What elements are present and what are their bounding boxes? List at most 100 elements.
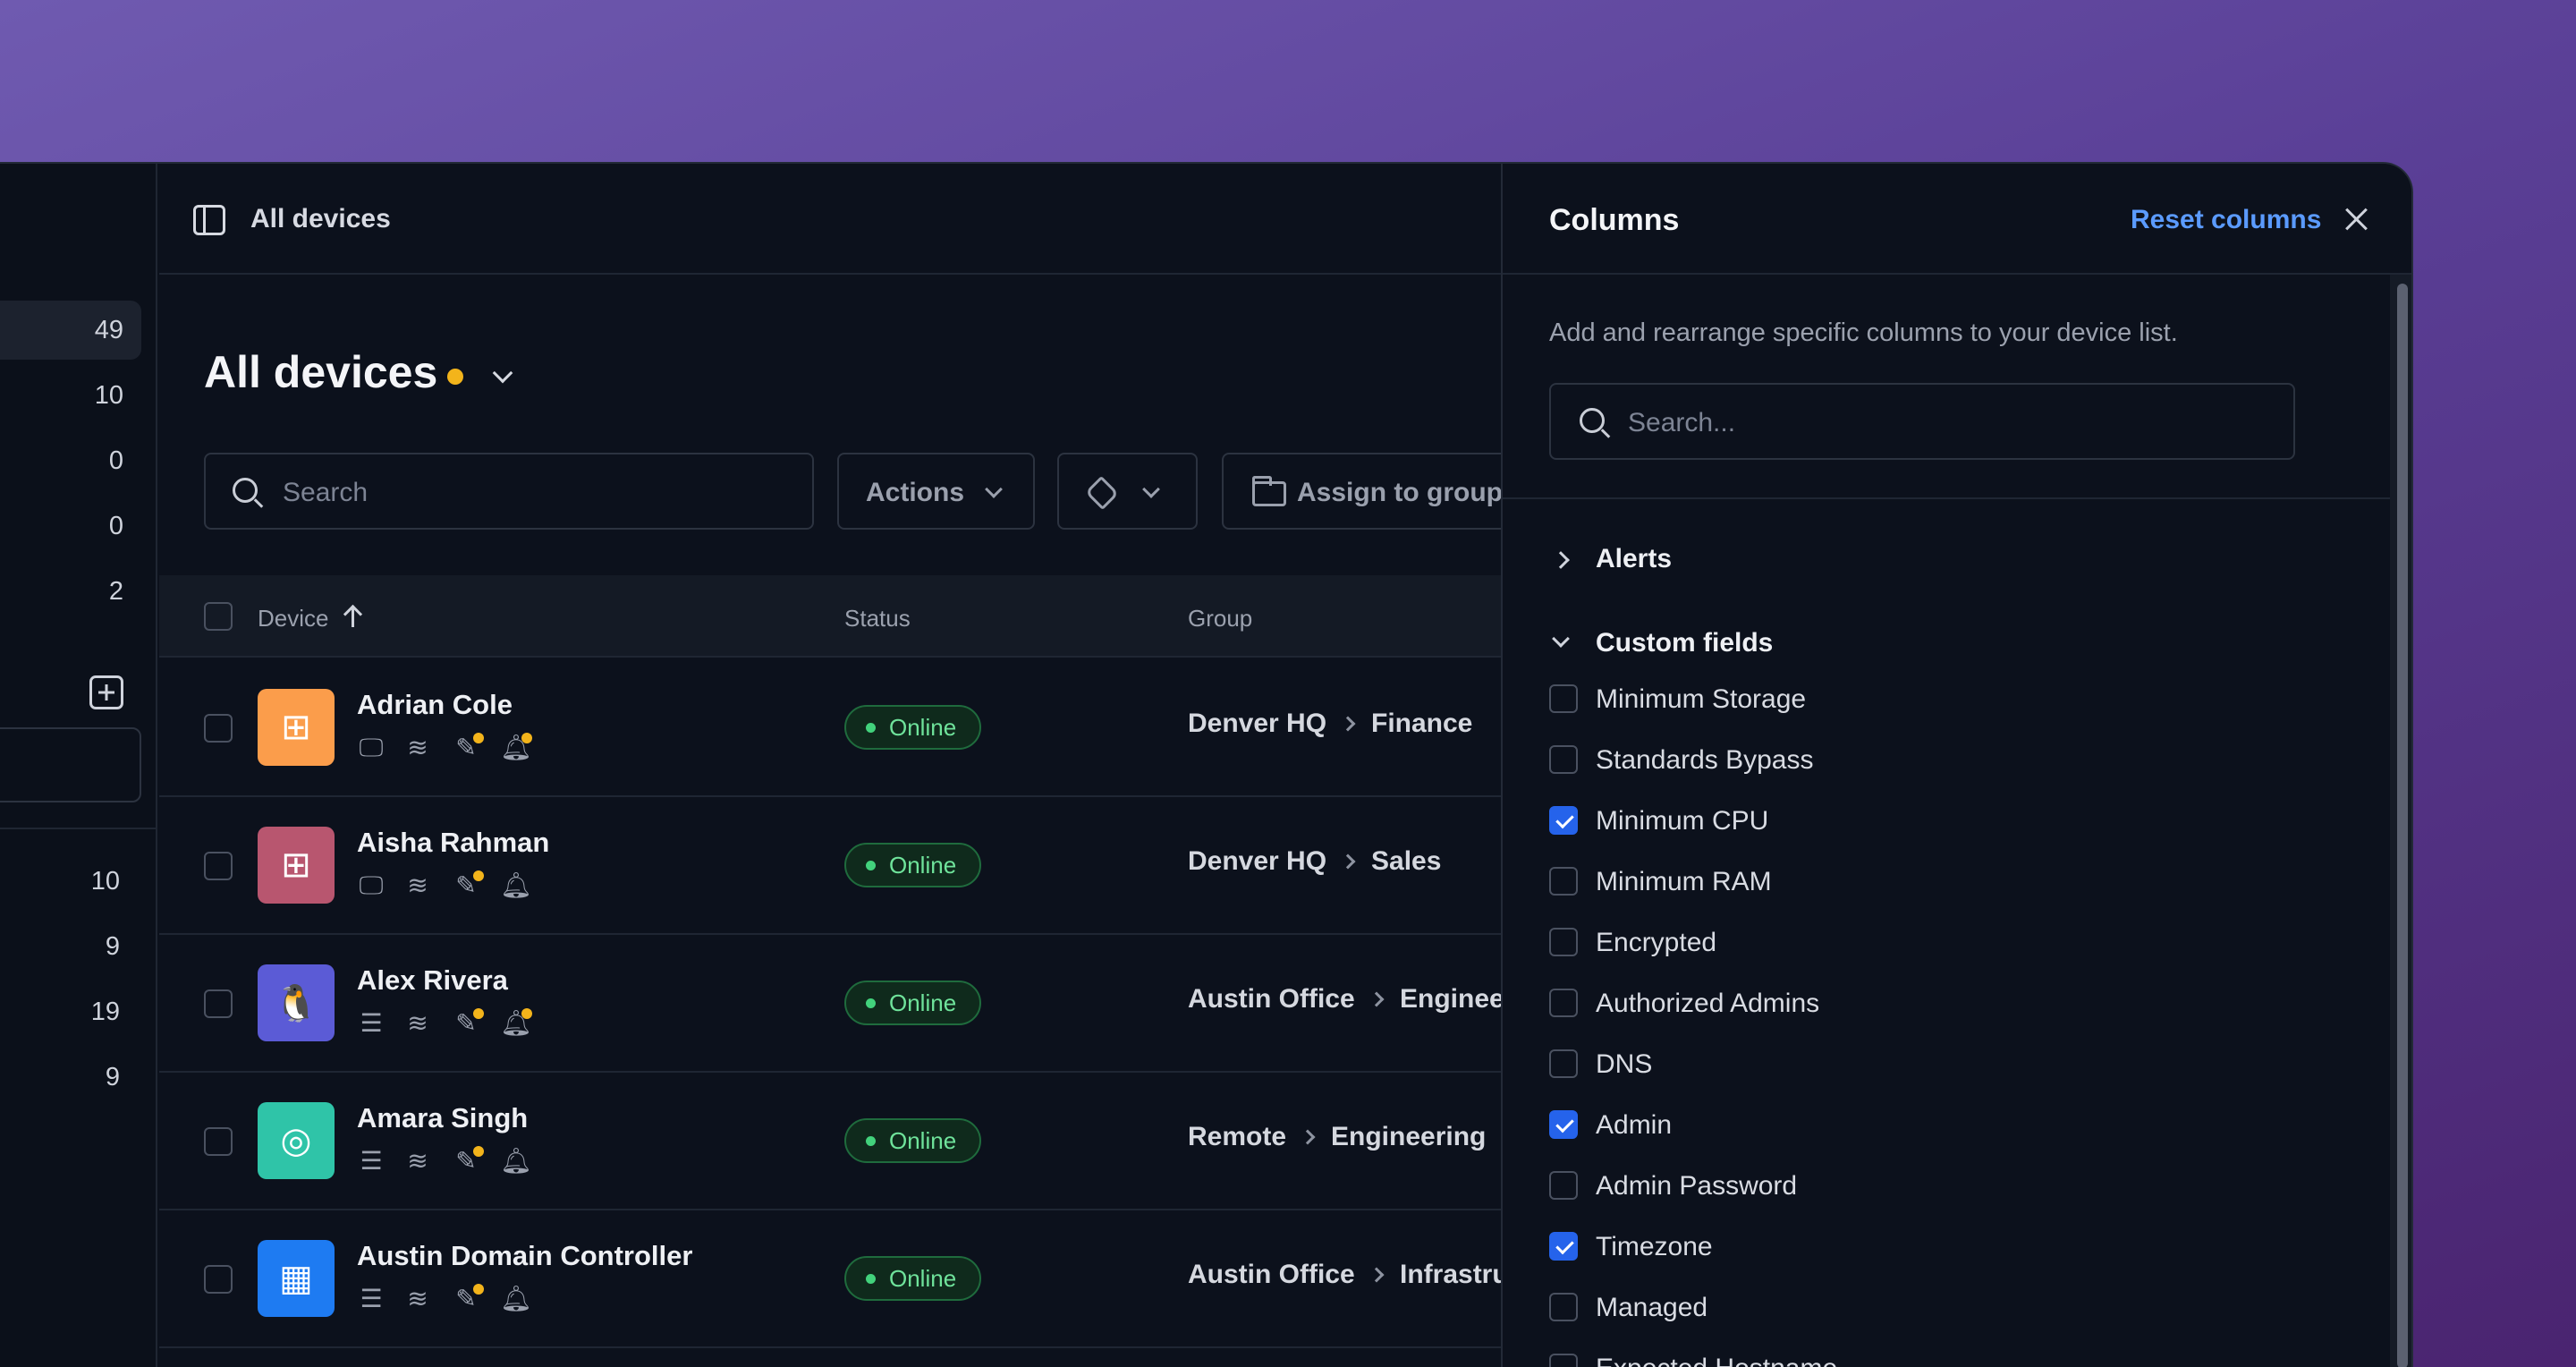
scrollbar[interactable]: [2390, 275, 2411, 1367]
table-row[interactable]: ◎ Amara Singh ☰ ≋ ✎ 🔔︎ Online Remote Eng…: [159, 1073, 1501, 1210]
status-badge: Online: [844, 843, 982, 887]
column-checkbox[interactable]: [1549, 1110, 1578, 1139]
column-checkbox[interactable]: [1549, 1171, 1578, 1200]
columns-search-input[interactable]: Search...: [1549, 383, 2295, 460]
chevron-down-icon[interactable]: [492, 362, 513, 384]
patch-warning-dot: [473, 1146, 484, 1157]
patch-warning-dot: [473, 1008, 484, 1019]
folder-icon: [1252, 476, 1286, 506]
table-row[interactable]: ⊞ Aisha Rahman 🖵 ≋ ✎ 🔔︎ Online Denver HQ…: [159, 797, 1501, 935]
alert-warning-dot: [521, 1008, 532, 1019]
sidebar-count: 19: [90, 998, 120, 1026]
table-row[interactable]: ⊞ Adrian Cole 🖵 ≋ ✎ 🔔︎ Online Denver HQ …: [159, 659, 1501, 797]
device-name[interactable]: Alex Rivera: [357, 964, 508, 997]
app-window: 49 10 0 0 2 10 9 19 9 All devices All de…: [0, 162, 2413, 1367]
select-all-checkbox[interactable]: [204, 602, 233, 631]
patch-warning-dot: [473, 870, 484, 881]
chevron-right-icon: [1340, 716, 1356, 732]
assign-to-group-button[interactable]: Assign to group: [1222, 453, 1526, 530]
row-checkbox[interactable]: [204, 1127, 233, 1156]
device-name[interactable]: Austin Domain Controller: [357, 1240, 692, 1272]
column-checkbox[interactable]: [1549, 928, 1578, 956]
column-option-label: Encrypted: [1596, 928, 1717, 957]
windows-icon: ⊞: [258, 689, 335, 766]
table-row[interactable]: 🐧 Alex Rivera ☰ ≋ ✎ 🔔︎ Online Austin Off…: [159, 935, 1514, 1073]
column-checkbox[interactable]: [1549, 1354, 1578, 1367]
column-checkbox[interactable]: [1549, 1049, 1578, 1078]
columns-panel: Columns Reset columns Add and rearrange …: [1501, 164, 2411, 1367]
server-icon: ☰: [360, 1147, 383, 1175]
page-title: All devices: [204, 347, 438, 397]
column-checkbox[interactable]: [1549, 1232, 1578, 1261]
column-header-group[interactable]: Group: [1188, 605, 1252, 633]
subgroup-name: Sales: [1371, 846, 1442, 876]
columns-panel-description: Add and rearrange specific columns to yo…: [1549, 318, 2178, 347]
row-checkbox[interactable]: [204, 989, 233, 1018]
sidebar-input[interactable]: [0, 727, 141, 802]
column-option-label: Expected Hostname: [1596, 1354, 1837, 1367]
group-name: Denver HQ: [1188, 846, 1327, 876]
column-option-label: Minimum CPU: [1596, 806, 1769, 836]
subgroup-name: Engineer: [1400, 984, 1515, 1014]
monitor-icon: 🖵: [359, 734, 384, 761]
row-checkbox[interactable]: [204, 852, 233, 880]
column-option-label: Admin: [1596, 1110, 1673, 1140]
search-input[interactable]: Search: [204, 453, 814, 530]
windows-server-icon: ▦: [258, 1240, 335, 1317]
scrollbar-thumb[interactable]: [2397, 284, 2408, 1367]
server-icon: ☰: [360, 1009, 383, 1037]
column-option-label: Authorized Admins: [1596, 989, 1820, 1018]
bell-icon: 🔔︎: [500, 1147, 532, 1175]
table-header: Device Status Group: [159, 575, 1501, 658]
chevron-right-icon: [1368, 1267, 1385, 1283]
sidebar-count: 10: [94, 381, 123, 410]
subgroup-name: Finance: [1371, 709, 1473, 738]
divider: [0, 828, 157, 829]
column-option-label: Standards Bypass: [1596, 745, 1814, 775]
device-name[interactable]: Adrian Cole: [357, 689, 513, 721]
actions-button[interactable]: Actions: [837, 453, 1035, 530]
columns-search-placeholder: Search...: [1628, 408, 1736, 437]
tags-button[interactable]: [1057, 453, 1198, 530]
row-checkbox[interactable]: [204, 1265, 233, 1294]
column-option-label: DNS: [1596, 1049, 1653, 1079]
main-content: All devices All devices Search Actions A…: [159, 164, 1526, 1367]
sidebar-toggle-icon[interactable]: [193, 205, 225, 235]
column-option-label: Minimum Storage: [1596, 684, 1807, 714]
search-icon: [1580, 408, 1605, 433]
sidebar-count: 49: [94, 316, 123, 344]
table-row[interactable]: ▦ Austin Domain Controller ☰ ≋ ✎ 🔔︎ Onli…: [159, 1210, 1523, 1348]
chevron-down-icon[interactable]: [1552, 630, 1570, 648]
section-alerts[interactable]: Alerts: [1596, 544, 1672, 574]
column-option-label: Managed: [1596, 1293, 1708, 1322]
status-badge: Online: [844, 1256, 982, 1301]
column-checkbox[interactable]: [1549, 867, 1578, 896]
breadcrumb: All devices: [250, 204, 391, 233]
column-checkbox[interactable]: [1549, 989, 1578, 1017]
chevron-right-icon: [1368, 991, 1385, 1007]
chevron-down-icon: [1142, 480, 1160, 498]
divider: [1503, 497, 2390, 499]
column-header-status[interactable]: Status: [844, 605, 911, 633]
assign-label: Assign to group: [1297, 478, 1503, 507]
column-checkbox[interactable]: [1549, 806, 1578, 835]
unsaved-indicator-dot: [447, 369, 463, 385]
column-checkbox[interactable]: [1549, 1293, 1578, 1321]
column-checkbox[interactable]: [1549, 684, 1578, 713]
windows-icon: ⊞: [258, 827, 335, 904]
device-name[interactable]: Amara Singh: [357, 1102, 528, 1134]
chevron-right-icon[interactable]: [1552, 551, 1570, 569]
sort-ascending-icon[interactable]: [343, 604, 363, 629]
add-filter-icon[interactable]: [89, 675, 123, 709]
columns-panel-title: Columns: [1549, 203, 1680, 237]
row-checkbox[interactable]: [204, 714, 233, 743]
reset-columns-link[interactable]: Reset columns: [2131, 205, 2321, 235]
column-checkbox[interactable]: [1549, 745, 1578, 774]
sidebar-count: 0: [108, 512, 123, 540]
device-name[interactable]: Aisha Rahman: [357, 827, 549, 859]
close-icon[interactable]: [2342, 203, 2372, 233]
patch-warning-dot: [473, 1284, 484, 1295]
column-header-device[interactable]: Device: [258, 605, 328, 633]
section-custom-fields[interactable]: Custom fields: [1596, 628, 1773, 658]
column-option-label: Timezone: [1596, 1232, 1713, 1261]
